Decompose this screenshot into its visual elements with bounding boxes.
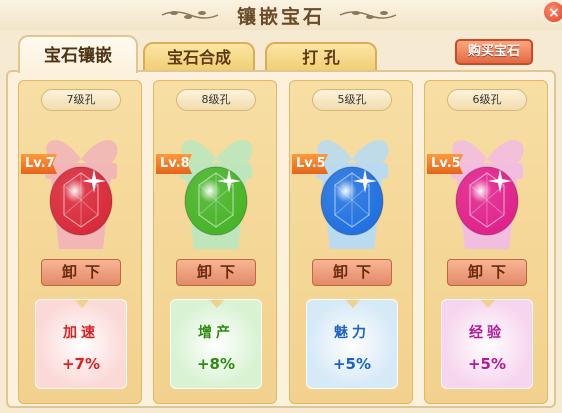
tab-gem-synthesis[interactable]: 宝石合成 [143, 42, 255, 72]
pointer-triangle-icon [74, 300, 90, 308]
red-gem-icon [49, 166, 113, 236]
bonus-attribute-value: +7% [61, 355, 101, 373]
bonus-attribute-name: 加速 [63, 325, 99, 341]
gem-slot-card-red: 7级孔 Lv.7 卸下 加速 +7% [18, 80, 142, 404]
slot-level-label: 5级孔 [312, 89, 392, 111]
gem-level-badge: Lv.5 [427, 154, 463, 174]
bonus-attribute-name: 增产 [198, 325, 234, 341]
bonus-panel: 经验 +5% [441, 299, 533, 389]
bonus-attribute-value: +5% [467, 355, 507, 373]
unload-gem-button[interactable]: 卸下 [312, 259, 392, 286]
bonus-panel: 加速 +7% [35, 299, 127, 389]
unload-gem-button[interactable]: 卸下 [41, 259, 121, 286]
slot-level-label: 7级孔 [41, 89, 121, 111]
title-bar: 镶嵌宝石 [0, 0, 562, 30]
pointer-triangle-icon [345, 300, 361, 308]
slot-level-label: 8级孔 [176, 89, 256, 111]
bonus-attribute-name: 经验 [469, 325, 505, 341]
gem-slot-card-blue: 5级孔 Lv.5 卸下 魅力 +5% [289, 80, 413, 404]
bonus-panel: 魅力 +5% [306, 299, 398, 389]
pointer-triangle-icon [480, 300, 496, 308]
pointer-triangle-icon [209, 300, 225, 308]
unload-gem-button[interactable]: 卸下 [176, 259, 256, 286]
blue-gem-icon [320, 166, 384, 236]
unload-gem-button[interactable]: 卸下 [447, 259, 527, 286]
gem-slot-card-pink: 6级孔 Lv.5 卸下 经验 +5% [424, 80, 548, 404]
bonus-attribute-value: +8% [196, 355, 236, 373]
bonus-panel: 增产 +8% [170, 299, 262, 389]
gem-level-badge: Lv.8 [156, 154, 192, 174]
tab-drill-hole[interactable]: 打 孔 [265, 42, 377, 72]
gem-level-badge: Lv.7 [21, 154, 57, 174]
gem-slot-card-green: 8级孔 Lv.8 卸下 增产 +8% [153, 80, 277, 404]
slot-level-label: 6级孔 [447, 89, 527, 111]
pink-gem-icon [455, 166, 519, 236]
buy-gem-button[interactable]: 购买宝石 [455, 39, 533, 65]
green-gem-icon [184, 166, 248, 236]
close-button[interactable]: × [542, 0, 562, 24]
right-vine-ornament-icon [339, 11, 397, 19]
bonus-attribute-name: 魅力 [334, 325, 370, 341]
window-title: 镶嵌宝石 [236, 6, 325, 28]
bonus-attribute-value: +5% [332, 355, 372, 373]
tab-gem-inlay[interactable]: 宝石镶嵌 [18, 35, 138, 73]
gem-level-badge: Lv.5 [292, 154, 328, 174]
